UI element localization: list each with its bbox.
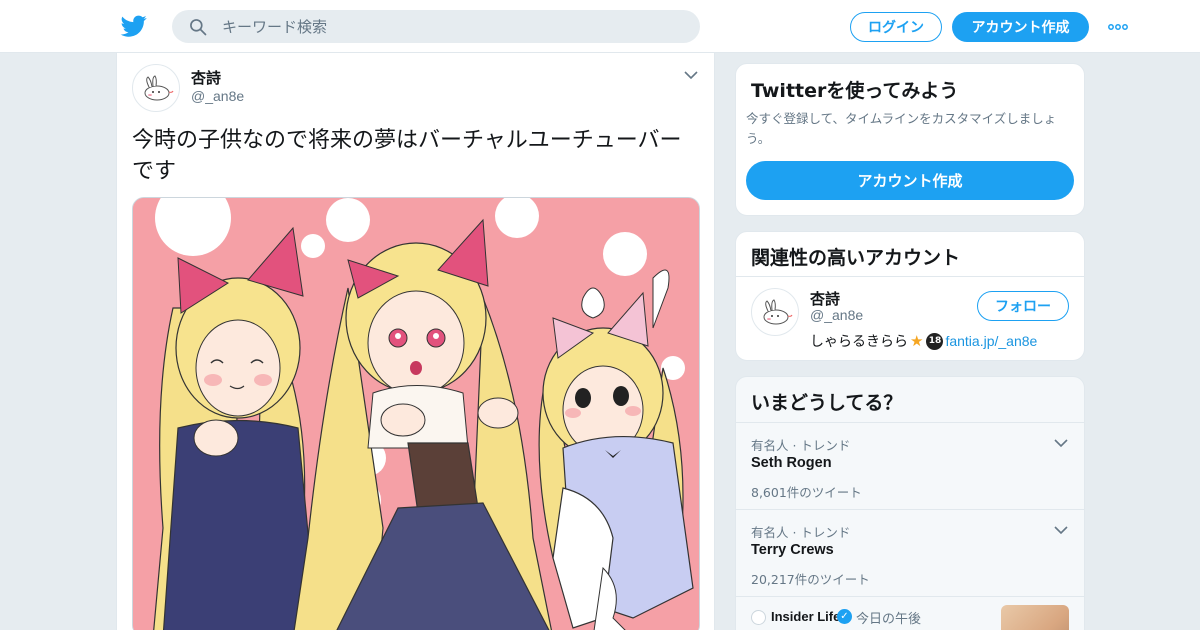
signup-button[interactable]: アカウント作成 — [952, 12, 1089, 42]
try-twitter-card: Twitterを使ってみよう 今すぐ登録して、タイムラインをカスタマイズしましょ… — [735, 63, 1085, 216]
follow-button[interactable]: フォロー — [977, 291, 1069, 321]
rabbit-avatar-icon — [144, 75, 174, 101]
bio-link[interactable]: fantia.jp/_an8e — [945, 333, 1037, 349]
search-icon — [190, 19, 207, 36]
tweet-text: 今時の子供なので将来の夢はバーチャルユーチューバーです — [132, 128, 682, 184]
twitter-logo-icon[interactable] — [120, 13, 148, 39]
trend-tweet-count: 20,217件のツイート — [751, 572, 870, 587]
trend-item[interactable]: 有名人 · トレンド Seth Rogen 8,601件のツイート — [736, 422, 1084, 509]
author-handle[interactable]: @_an8e — [191, 88, 244, 104]
author-name[interactable]: 杏詩 — [191, 67, 221, 88]
login-button[interactable]: ログイン — [850, 12, 942, 42]
star-emoji-icon: ★ — [910, 332, 924, 350]
more-options-icon[interactable] — [1107, 17, 1131, 37]
trend-name[interactable]: Seth Rogen — [751, 455, 832, 471]
chevron-down-icon[interactable] — [1053, 435, 1069, 451]
related-account-avatar[interactable] — [751, 288, 799, 336]
related-account-bio: しゃらるきらら ★ 18 fantia.jp/_an8e — [810, 331, 1037, 351]
news-item[interactable]: Insider Life ✓ 今日の午後 — [736, 596, 1084, 630]
trend-name[interactable]: Terry Crews — [751, 542, 834, 558]
trends-card: いまどうしてる？ 有名人 · トレンド Seth Rogen 8,601件のツイ… — [735, 376, 1085, 630]
news-source-name[interactable]: Insider Life — [771, 609, 840, 624]
top-bar: ログイン アカウント作成 — [0, 0, 1200, 53]
divider — [736, 276, 1084, 277]
search-input[interactable] — [222, 10, 682, 43]
chevron-down-icon[interactable] — [1053, 522, 1069, 538]
news-time: 今日の午後 — [856, 612, 922, 627]
related-account-handle[interactable]: @_an8e — [810, 307, 863, 323]
age-restriction-icon: 18 — [926, 332, 944, 350]
create-account-button[interactable]: アカウント作成 — [746, 161, 1074, 200]
try-twitter-title: Twitterを使ってみよう — [751, 80, 959, 102]
verified-badge-icon: ✓ — [837, 609, 852, 624]
related-account-name[interactable]: 杏詩 — [810, 288, 840, 309]
rabbit-avatar-icon — [763, 299, 793, 325]
chevron-down-icon[interactable] — [683, 67, 699, 83]
trend-tweet-count: 8,601件のツイート — [751, 485, 862, 500]
news-thumbnail[interactable] — [1001, 605, 1069, 630]
trend-item[interactable]: 有名人 · トレンド Terry Crews 20,217件のツイート — [736, 509, 1084, 596]
related-accounts-card: 関連性の高いアカウント 杏詩 @_an8e フォロー しゃらるきらら ★ 18 … — [735, 231, 1085, 361]
tweet-image[interactable] — [132, 197, 700, 630]
trend-context: 有名人 · トレンド — [751, 525, 851, 540]
tweet-card: 杏詩 @_an8e 今時の子供なので将来の夢はバーチャルユーチューバーです — [116, 53, 715, 630]
bio-text: しゃらるきらら — [810, 334, 908, 350]
author-avatar[interactable] — [132, 64, 180, 112]
trends-title: いまどうしてる？ — [751, 392, 903, 414]
search-bar[interactable] — [172, 10, 700, 43]
trend-context: 有名人 · トレンド — [751, 438, 851, 453]
related-accounts-title: 関連性の高いアカウント — [751, 247, 961, 269]
news-source-icon — [751, 610, 766, 625]
try-twitter-description: 今すぐ登録して、タイムラインをカスタマイズしましょう。 — [746, 111, 1057, 146]
illustration-image — [133, 198, 699, 630]
